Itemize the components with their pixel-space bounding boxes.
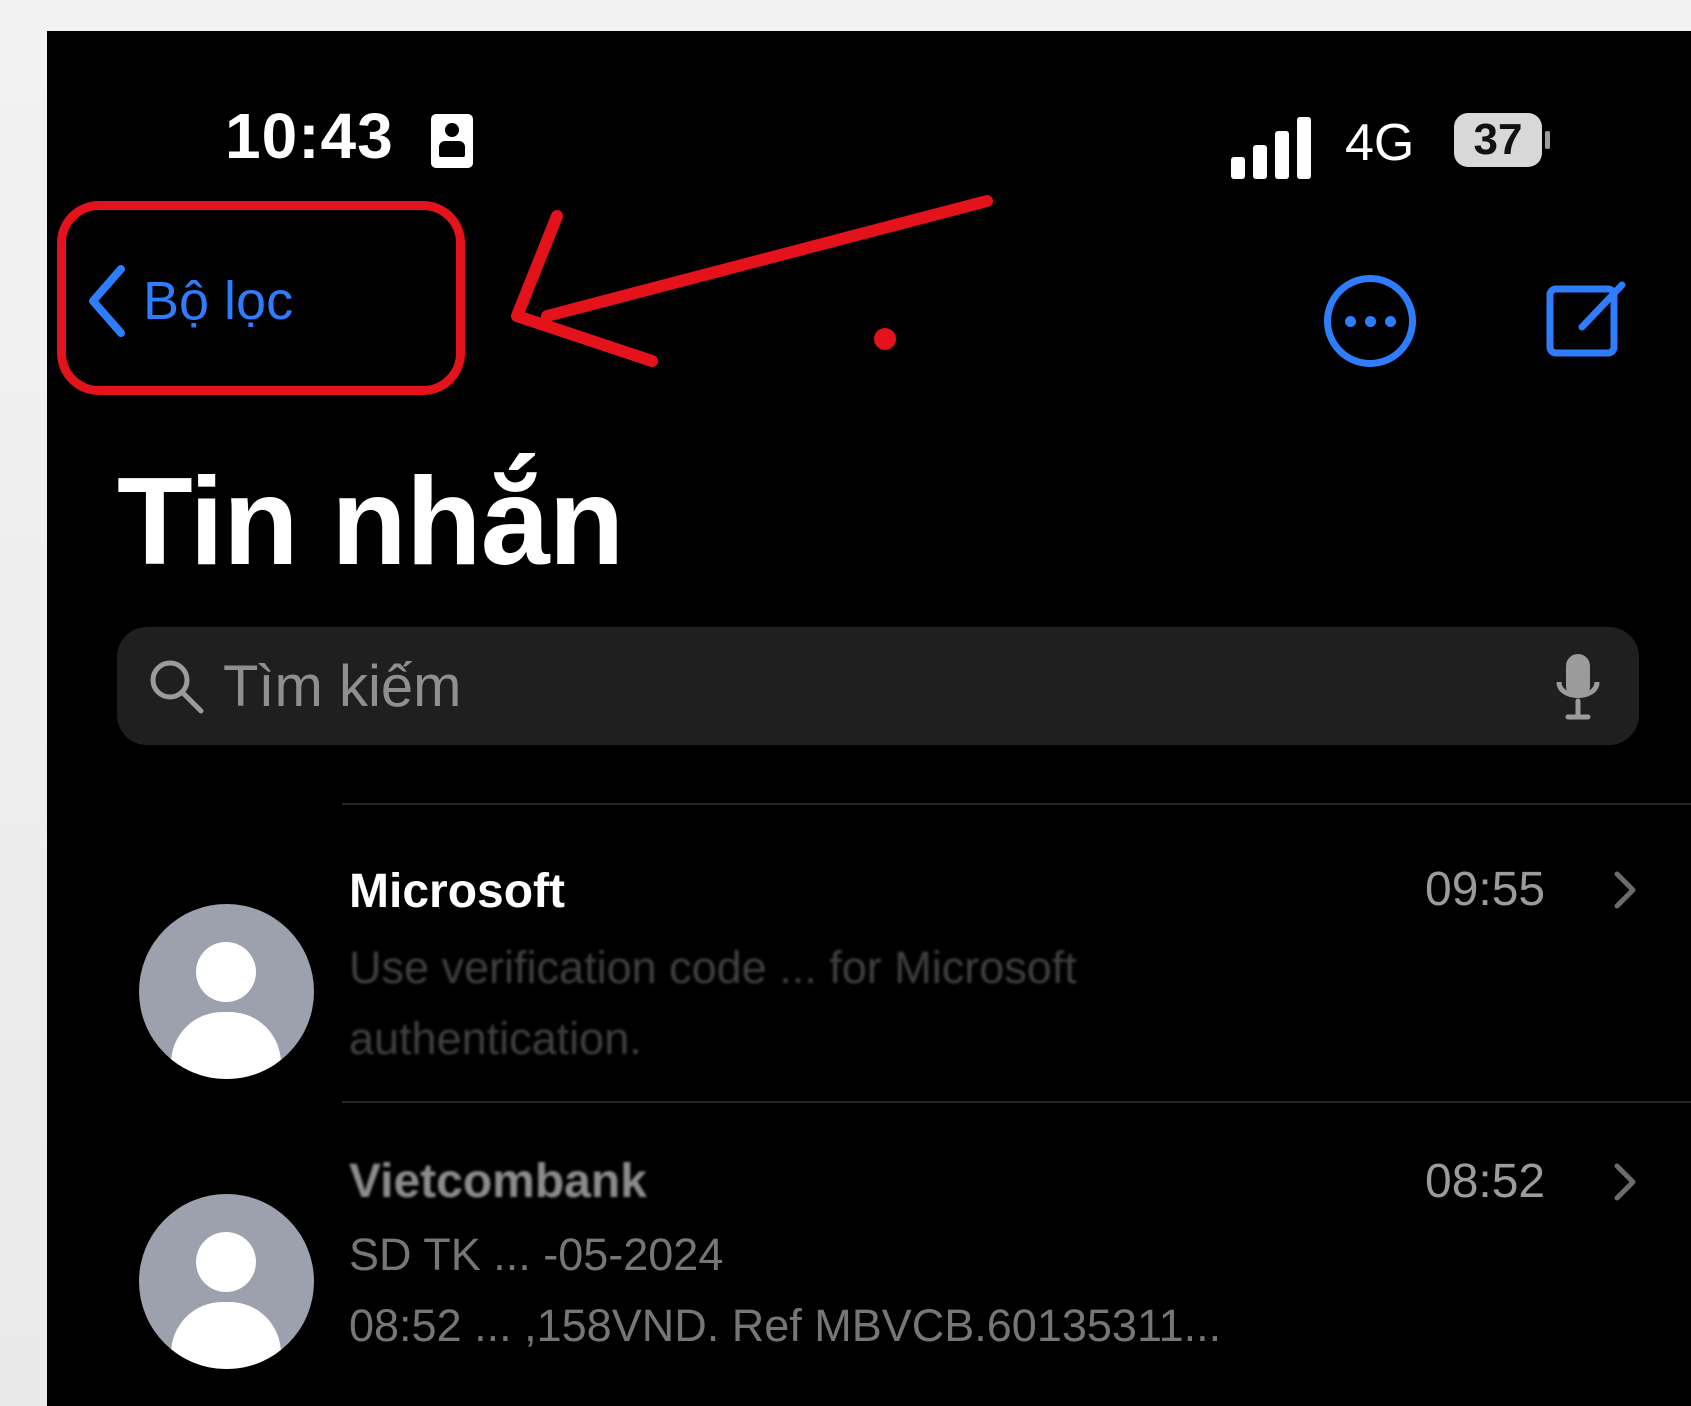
message-time: 08:52 (1425, 1155, 1546, 1208)
message-time: 09:55 (1425, 863, 1546, 916)
message-row-2[interactable]: Vietcombank 08:52 SD TK ... -05-2024 08:… (47, 1104, 1691, 1404)
message-preview-line1: SD TK ... -05-2024 (349, 1229, 724, 1280)
network-label: 4G (1345, 114, 1415, 172)
annotation-arrow-icon (511, 195, 993, 367)
page-title: Tin nhắn (117, 453, 624, 591)
status-time: 10:43 (225, 100, 394, 172)
message-preview-line1: Use verification code ... for Microsoft (349, 942, 1077, 993)
messages-screen: 10:43 4G 37 Bộ lọc Tin nhắn Tìm kiếm Mic… (47, 31, 1691, 1406)
signal-icon (1231, 117, 1311, 179)
id-card-icon (431, 114, 473, 168)
message-sender: Vietcombank (349, 1155, 647, 1208)
battery-tip-icon (1545, 131, 1550, 149)
chevron-right-icon (1614, 1163, 1636, 1201)
battery-icon: 37 (1454, 113, 1542, 167)
message-sender: Microsoft (349, 865, 565, 918)
compose-icon[interactable] (1544, 271, 1630, 363)
search-icon (150, 660, 204, 714)
more-dot (1384, 315, 1396, 327)
search-placeholder: Tìm kiếm (223, 653, 462, 719)
message-divider (342, 803, 1691, 805)
chevron-right-icon (1614, 871, 1636, 909)
message-preview-line2: authentication. (349, 1013, 642, 1064)
search-field[interactable]: Tìm kiếm (117, 627, 1639, 745)
message-row-1[interactable]: Microsoft 09:55 Use verification code ..… (47, 806, 1691, 1096)
more-button[interactable] (1324, 275, 1416, 367)
more-dot (1364, 315, 1376, 327)
message-divider (342, 1101, 1691, 1103)
mic-icon[interactable] (1551, 651, 1605, 723)
annotation-highlight-box (57, 201, 465, 395)
avatar-icon (139, 1194, 314, 1369)
more-dot (1344, 315, 1356, 327)
message-preview-line2: 08:52 ... ,158VND. Ref MBVCB.60135311... (349, 1300, 1222, 1351)
avatar-icon (139, 904, 314, 1079)
